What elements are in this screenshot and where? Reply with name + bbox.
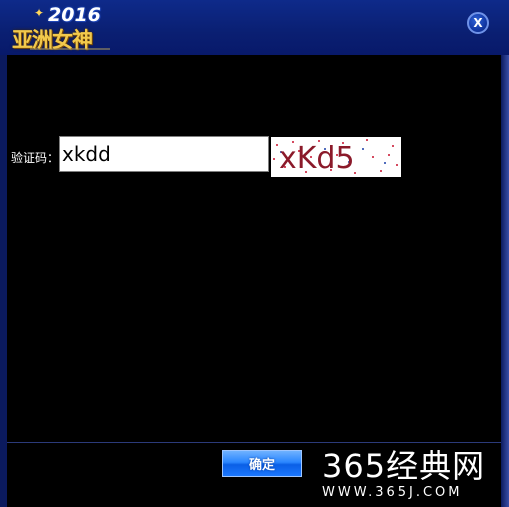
captcha-label: 验证码： — [11, 151, 60, 165]
title-bar: ✦ 2016 亚洲女神 X — [0, 0, 509, 55]
star-icon: ✦ — [34, 6, 45, 20]
close-icon: X — [473, 16, 483, 30]
dialog-window: ✦ 2016 亚洲女神 X 验证码： xkdd xKd5 确定 365经典网 W… — [0, 0, 509, 507]
window-right-border — [501, 55, 509, 507]
ok-button[interactable]: 确定 — [222, 450, 302, 477]
captcha-input[interactable] — [59, 136, 269, 172]
captcha-image[interactable]: xKd5 — [271, 137, 401, 177]
logo: ✦ 2016 亚洲女神 — [8, 4, 118, 52]
watermark-main: 365经典网 — [322, 447, 486, 485]
close-button[interactable]: X — [467, 12, 489, 34]
logo-year: 2016 — [48, 4, 101, 26]
watermark-url: WWW.365J.COM — [322, 485, 463, 500]
logo-underline — [30, 48, 110, 50]
captcha-graphic: xKd5 — [271, 137, 401, 177]
ok-button-label: 确定 — [248, 458, 275, 473]
watermark: 365经典网 WWW.365J.COM — [322, 450, 502, 505]
window-left-border — [0, 55, 7, 507]
content-area: 验证码： xKd5 — [7, 55, 501, 442]
captcha-text: xKd5 — [279, 141, 355, 176]
